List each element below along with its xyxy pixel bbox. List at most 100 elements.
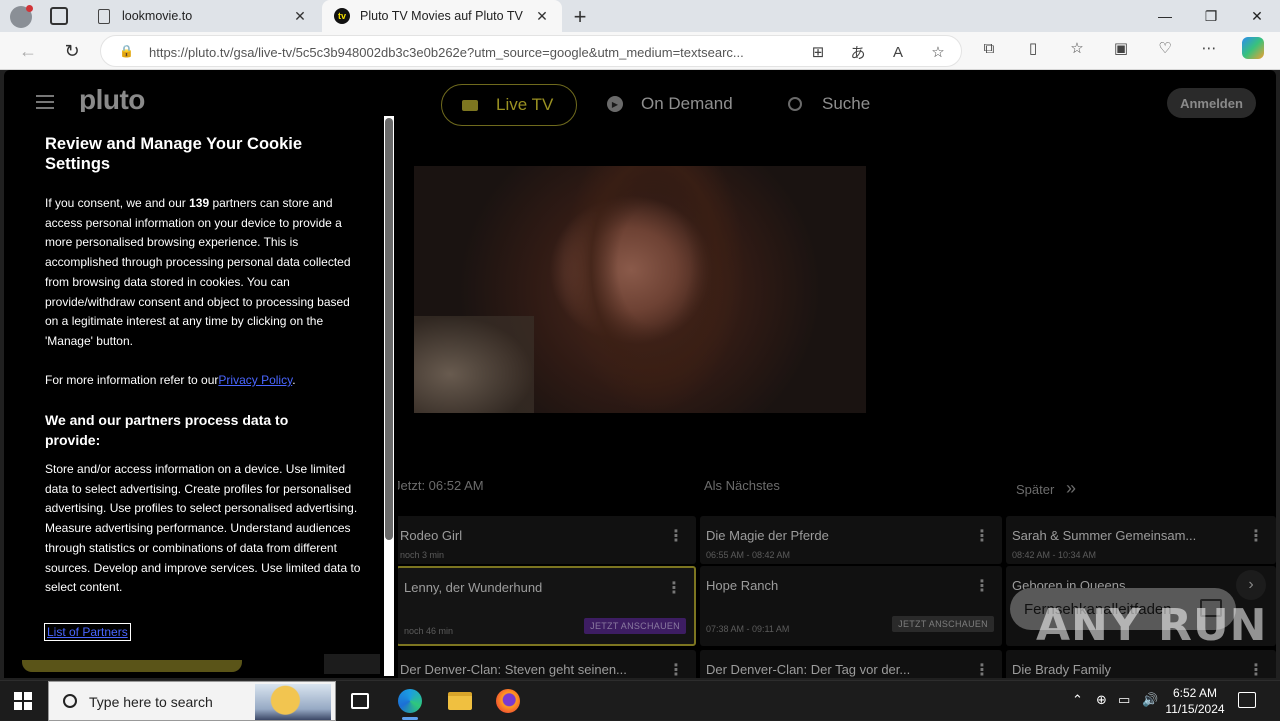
- security-icon[interactable]: ⊕: [1096, 692, 1107, 708]
- more-options-icon[interactable]: ⋮: [1248, 660, 1264, 678]
- guide-cell[interactable]: Hope Ranch 07:38 AM - 09:11 AM ⋮ JETZT A…: [700, 566, 1002, 646]
- taskbar-search[interactable]: Type here to search: [48, 681, 336, 721]
- more-menu-icon[interactable]: ⋯: [1196, 37, 1222, 59]
- search-highlight-image: [255, 684, 331, 720]
- guide-col-now: Jetzt: 06:52 AM: [394, 478, 484, 493]
- more-options-icon[interactable]: ⋮: [1248, 526, 1264, 546]
- extensions-icon[interactable]: ⧉: [976, 37, 1002, 59]
- menu-icon[interactable]: [36, 95, 54, 109]
- maximize-button[interactable]: ❐: [1188, 0, 1234, 32]
- url-text[interactable]: https://pluto.tv/gsa/live-tv/5c5c3b94800…: [149, 45, 799, 60]
- network-icon[interactable]: ▭: [1118, 692, 1130, 708]
- privacy-policy-link[interactable]: Privacy Policy: [218, 373, 292, 387]
- guide-col-later-label: Später: [1016, 482, 1055, 497]
- profile-avatar[interactable]: [10, 5, 33, 28]
- watch-now-button[interactable]: JETZT ANSCHAUEN: [584, 618, 686, 634]
- guide-cell[interactable]: Rodeo Girl noch 3 min ⋮: [394, 516, 696, 564]
- program-title: Lenny, der Wunderhund: [404, 580, 543, 595]
- consent-text-end: partners can store and access personal i…: [45, 196, 351, 348]
- close-tab-icon[interactable]: ✕: [292, 8, 308, 25]
- chevron-right-icon[interactable]: ›: [1236, 570, 1266, 600]
- tab-lookmovie[interactable]: lookmovie.to ✕: [84, 0, 320, 32]
- new-tab-button[interactable]: +: [568, 4, 592, 30]
- consent-text-start: If you consent, we and our: [45, 196, 190, 210]
- collections-icon[interactable]: ▣: [1108, 37, 1134, 59]
- program-title: Die Magie der Pferde: [706, 528, 829, 543]
- scrollbar-thumb[interactable]: [385, 118, 393, 540]
- guide-cell[interactable]: Der Denver-Clan: Der Tag vor der... ⋮: [700, 650, 1002, 678]
- play-icon: ▶: [607, 96, 623, 112]
- tab-pluto[interactable]: tv Pluto TV Movies auf Pluto TV ✕: [322, 0, 562, 32]
- nav-search[interactable]: Suche: [788, 94, 870, 114]
- minimize-button[interactable]: —: [1142, 0, 1188, 32]
- more-options-icon[interactable]: ⋮: [974, 526, 990, 546]
- guide-cell[interactable]: Die Brady Family ⋮: [1006, 650, 1276, 678]
- search-icon: [63, 694, 77, 708]
- show-hidden-icons[interactable]: ⌃: [1072, 692, 1083, 708]
- guide-col-next: Als Nächstes: [704, 478, 780, 493]
- more-options-icon[interactable]: ⋮: [668, 526, 684, 546]
- video-player[interactable]: [414, 166, 866, 413]
- more-info-text: For more information refer to ourPrivacy…: [45, 371, 365, 391]
- volume-icon[interactable]: 🔊: [1142, 692, 1158, 708]
- partner-count: 139: [189, 196, 210, 210]
- guide-cell[interactable]: Die Magie der Pferde 06:55 AM - 08:42 AM…: [700, 516, 1002, 564]
- guide-cell[interactable]: Der Denver-Clan: Steven geht seinen... ⋮: [394, 650, 696, 678]
- list-of-partners-link[interactable]: List of Partners: [44, 623, 131, 641]
- program-title: Hope Ranch: [706, 578, 779, 593]
- close-tab-icon[interactable]: ✕: [534, 8, 550, 25]
- more-options-icon[interactable]: ⋮: [666, 578, 682, 598]
- video-frame-bg: [414, 316, 534, 413]
- read-aloud-icon[interactable]: A: [885, 41, 911, 63]
- firefox-icon[interactable]: [494, 687, 522, 715]
- edge-browser-icon[interactable]: [396, 687, 424, 720]
- favorite-star-icon[interactable]: ☆: [925, 41, 951, 63]
- channel-thumbnail[interactable]: [324, 654, 380, 674]
- refresh-icon[interactable]: ↻: [58, 39, 86, 63]
- file-explorer-icon[interactable]: [446, 687, 474, 715]
- browser-toolbar: ← ↻ 🔒 https://pluto.tv/gsa/live-tv/5c5c3…: [0, 32, 1280, 70]
- favorites-icon[interactable]: ☆: [1064, 37, 1090, 59]
- guide-cell[interactable]: Sarah & Summer Gemeinsam... 08:42 AM - 1…: [1006, 516, 1276, 564]
- anyrun-watermark: ANY RUN: [1036, 600, 1268, 651]
- login-button[interactable]: Anmelden: [1167, 88, 1256, 118]
- tab-actions-icon[interactable]: [50, 7, 68, 25]
- translate-icon[interactable]: あ: [845, 41, 871, 63]
- more-info-start: For more information refer to our: [45, 373, 219, 387]
- guide-cell-selected[interactable]: Lenny, der Wunderhund noch 46 min ⋮ JETZ…: [396, 566, 696, 646]
- video-frame-figure: [564, 166, 744, 413]
- more-options-icon[interactable]: ⋮: [668, 660, 684, 678]
- program-title: Rodeo Girl: [400, 528, 463, 543]
- program-time: noch 46 min: [404, 626, 454, 636]
- task-view-icon[interactable]: [346, 687, 374, 715]
- taskbar-clock[interactable]: 6:52 AM 11/15/2024: [1160, 685, 1230, 717]
- address-bar[interactable]: 🔒 https://pluto.tv/gsa/live-tv/5c5c3b948…: [100, 35, 962, 67]
- program-title: Sarah & Summer Gemeinsam...: [1012, 528, 1197, 543]
- guide-col-later[interactable]: Später »: [1016, 478, 1076, 499]
- start-button[interactable]: [14, 692, 32, 710]
- cookie-consent-panel: Review and Manage Your Cookie Settings I…: [4, 112, 398, 678]
- watch-now-button[interactable]: JETZT ANSCHAUEN: [892, 616, 994, 632]
- copilot-icon[interactable]: [1240, 37, 1266, 59]
- nav-on-demand[interactable]: ▶ On Demand: [607, 94, 733, 114]
- app-available-icon[interactable]: ⊞: [805, 41, 831, 63]
- program-time: 06:55 AM - 08:42 AM: [706, 550, 791, 560]
- browser-essentials-icon[interactable]: ♡: [1152, 37, 1178, 59]
- pluto-page: pluto Live TV ▶ On Demand Suche Anmelden…: [4, 70, 1276, 678]
- more-options-icon[interactable]: ⋮: [974, 576, 990, 596]
- purposes-text: Store and/or access information on a dev…: [45, 462, 361, 595]
- nav-live-tv[interactable]: Live TV: [441, 84, 577, 126]
- cookie-action-button[interactable]: [22, 660, 242, 672]
- nav-live-tv-label: Live TV: [496, 95, 554, 114]
- back-arrow-icon[interactable]: ←: [14, 39, 42, 63]
- lock-icon[interactable]: 🔒: [119, 44, 134, 58]
- tab-title: lookmovie.to: [122, 9, 193, 23]
- tab-title: Pluto TV Movies auf Pluto TV: [360, 9, 523, 23]
- close-window-button[interactable]: ✕: [1234, 0, 1280, 32]
- browser-tab-strip: lookmovie.to ✕ tv Pluto TV Movies auf Pl…: [0, 0, 1280, 32]
- split-screen-icon[interactable]: ▯: [1020, 37, 1046, 59]
- notifications-icon[interactable]: [1238, 692, 1256, 708]
- program-title: Der Denver-Clan: Der Tag vor der...: [706, 662, 911, 677]
- more-options-icon[interactable]: ⋮: [974, 660, 990, 678]
- purposes-title: We and our partners process data to prov…: [45, 412, 289, 448]
